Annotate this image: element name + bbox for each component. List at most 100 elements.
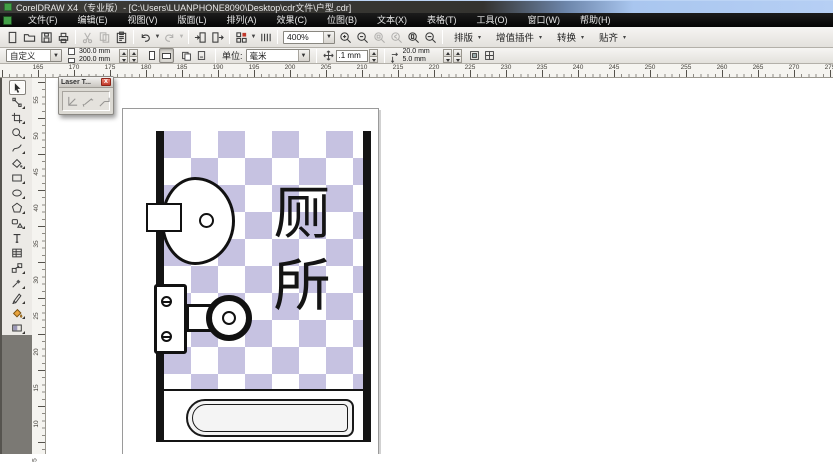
shape-tool[interactable] (9, 95, 26, 110)
freehand-tool[interactable] (9, 140, 26, 155)
right-wall[interactable] (363, 131, 371, 442)
menu-item-4[interactable]: 版面(L) (168, 13, 217, 27)
table-tool[interactable] (9, 245, 26, 260)
eyedropper-tool[interactable] (9, 275, 26, 290)
duplicate-y-stepper[interactable] (453, 49, 462, 62)
menu-item-3[interactable]: 视图(V) (118, 13, 168, 27)
crop-tool[interactable] (9, 110, 26, 125)
export-button[interactable] (209, 29, 226, 46)
blend-tool[interactable] (9, 260, 26, 275)
menu-item-9[interactable]: 表格(T) (417, 13, 467, 27)
toolbar-button-增值插件[interactable]: 增值插件▾ (488, 29, 549, 46)
corel-online-button[interactable] (257, 29, 274, 46)
paper-height-icon (68, 58, 75, 63)
chevron-down-icon[interactable]: ▼ (154, 34, 161, 40)
drawing-page[interactable]: 厕所 (122, 108, 379, 454)
chevron-down-icon[interactable]: ▼ (298, 50, 309, 61)
zoom-tool[interactable] (9, 125, 26, 140)
zoom-level-combo[interactable]: 400% ▼ (283, 31, 335, 44)
menu-item-11[interactable]: 窗口(W) (518, 13, 571, 27)
paper-width-field[interactable] (77, 48, 119, 56)
outline-pen-tool[interactable] (9, 290, 26, 305)
menu-item-7[interactable]: 位图(B) (317, 13, 367, 27)
polygon-tool[interactable] (9, 200, 26, 215)
page-preset-combo[interactable]: 自定义 ▼ (6, 49, 62, 62)
current-page-button[interactable] (194, 48, 209, 63)
chevron-down-icon[interactable]: ▼ (323, 32, 334, 43)
menu-item-6[interactable]: 效果(C) (267, 13, 318, 27)
print-button[interactable] (55, 29, 72, 46)
horizontal-ruler[interactable]: 1651701751801851901952002052102152202252… (0, 64, 833, 78)
chevron-down-icon[interactable]: ▼ (250, 34, 257, 40)
toolbar-button-贴齐[interactable]: 贴齐▾ (591, 29, 633, 46)
paper-height-stepper[interactable] (129, 49, 138, 62)
basic-shapes-tool[interactable] (9, 215, 26, 230)
open-folder-button[interactable] (21, 29, 38, 46)
landscape-button[interactable] (159, 48, 174, 63)
smart-fill-tool[interactable] (9, 155, 26, 170)
floating-toolbar-titlebar[interactable]: Laser T... x (59, 77, 113, 88)
toilet-tank[interactable] (154, 284, 187, 354)
chevron-down-icon[interactable]: ▾ (621, 34, 628, 41)
units-combo[interactable]: 毫米 ▼ (246, 49, 310, 62)
vertical-ruler[interactable]: 555045403530252015105 (32, 78, 46, 454)
import-button[interactable] (192, 29, 209, 46)
undo-button[interactable] (137, 29, 154, 46)
ellipse-tool[interactable] (9, 185, 26, 200)
bathtub[interactable] (186, 399, 354, 437)
fill-tool[interactable] (9, 305, 26, 320)
pick-tool[interactable] (9, 80, 26, 95)
menu-item-2[interactable]: 编辑(E) (68, 13, 118, 27)
drawing-canvas[interactable]: 厕所 (46, 78, 833, 454)
zoom-in-button[interactable] (337, 29, 354, 46)
menu-item-8[interactable]: 文本(X) (367, 13, 417, 27)
menu-item-5[interactable]: 排列(A) (217, 13, 267, 27)
chevron-down-icon[interactable]: ▾ (476, 34, 483, 41)
room-label-char: 厕 (271, 179, 333, 251)
menu-item-10[interactable]: 工具(O) (467, 13, 518, 27)
application-launcher-button[interactable] (233, 29, 250, 46)
paper-height-field[interactable] (77, 56, 119, 64)
nudge-stepper[interactable] (369, 49, 378, 62)
text-tool[interactable] (9, 230, 26, 245)
menu-item-1[interactable]: 文件(F) (18, 13, 68, 27)
chevron-down-icon[interactable]: ▾ (537, 34, 544, 41)
menu-item-12[interactable]: 帮助(H) (570, 13, 621, 27)
paste-button[interactable] (113, 29, 130, 46)
duplicate-x-stepper[interactable] (443, 49, 452, 62)
chevron-down-icon[interactable]: ▼ (50, 50, 61, 61)
basic-shapes-tool-icon (11, 217, 23, 229)
portrait-button[interactable] (144, 48, 159, 63)
interactive-fill-tool[interactable] (9, 320, 26, 335)
hruler-label: 235 (537, 64, 548, 71)
chevron-down-icon[interactable]: ▾ (579, 34, 586, 41)
hruler-label: 170 (69, 64, 80, 71)
duplicate-x-field[interactable] (401, 48, 443, 56)
new-document-button[interactable] (4, 29, 21, 46)
laser-tools-floating-toolbar[interactable]: Laser T... x (58, 76, 114, 115)
paper-width-stepper[interactable] (119, 49, 128, 62)
room-label[interactable]: 厕所 (271, 179, 333, 323)
all-pages-button[interactable] (179, 48, 194, 63)
bathtub-area[interactable] (164, 389, 363, 442)
undo-icon (139, 31, 152, 44)
toolbox (0, 78, 32, 454)
document-icon[interactable] (3, 16, 12, 25)
zoom-to-page-button[interactable] (405, 29, 422, 46)
page-preset-value: 自定义 (10, 50, 36, 62)
callout-tool-icon (98, 95, 111, 108)
duplicate-y-field[interactable] (401, 56, 443, 64)
close-icon[interactable]: x (101, 78, 111, 86)
treat-as-filled-button[interactable] (467, 48, 482, 63)
save-button[interactable] (38, 29, 55, 46)
snap-options-button[interactable] (482, 48, 497, 63)
rectangle-tool[interactable] (9, 170, 26, 185)
zoom-out-button[interactable] (354, 29, 371, 46)
toolbar-button-排版[interactable]: 排版▾ (446, 29, 488, 46)
sink-drain[interactable] (199, 213, 214, 228)
toolbar-button-转换[interactable]: 转换▾ (549, 29, 591, 46)
sink-tap[interactable] (146, 203, 182, 232)
nudge-offset-field[interactable] (336, 50, 368, 62)
chevron-down-icon: ▼ (178, 34, 185, 40)
zoom-to-width-button[interactable] (422, 29, 439, 46)
